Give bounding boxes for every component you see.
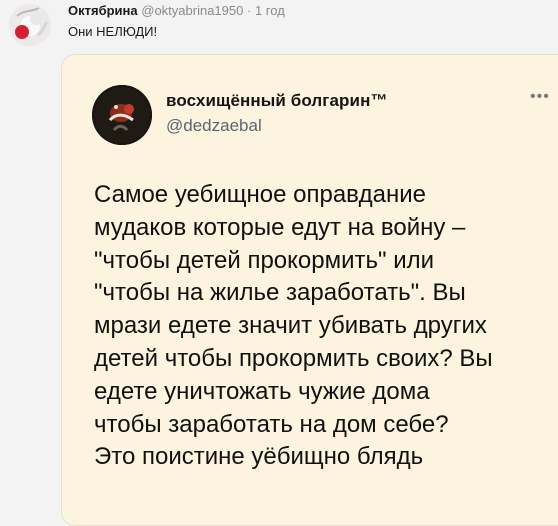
comment-user-line: Октябрина @oktyabrina1950 · 1 год: [68, 3, 285, 18]
comment-separator: ·: [246, 3, 252, 18]
quoted-tweet-line-5: мрази едете значит убивать других: [94, 312, 487, 340]
quoted-tweet-author-handle[interactable]: @dedzaebal: [166, 116, 262, 136]
quoted-tweet-line-1: Самое уебищное оправдание: [94, 181, 427, 208]
quoted-tweet-body: Самое уебищное оправдание мудаков которы…: [94, 179, 542, 474]
comment-header: Октябрина @oktyabrina1950 · 1 год Они НЕ…: [0, 0, 558, 50]
comment-author-avatar[interactable]: [9, 4, 51, 46]
comment-timestamp[interactable]: 1 год: [255, 3, 285, 18]
comment-text: Они НЕЛЮДИ!: [68, 24, 158, 39]
flower-avatar-icon: [9, 4, 51, 46]
quoted-tweet-card[interactable]: восхищённый болгарин™ @dedzaebal ••• Сам…: [61, 54, 558, 526]
comment-author-name[interactable]: Октябрина: [68, 3, 138, 18]
quoted-tweet-author-name[interactable]: восхищённый болгарин™: [166, 91, 388, 111]
quoted-tweet-line-6: детей чтобы прокормить своих? Вы: [94, 344, 493, 372]
quoted-tweet-avatar[interactable]: [92, 85, 152, 145]
quoted-tweet-line-3: "чтобы детей прокормить" или: [94, 246, 435, 274]
quoted-tweet-line-2: мудаков которые едут на войну –: [94, 213, 466, 241]
quoted-tweet-line-9: Это поистине уёбищно блядь: [94, 443, 424, 471]
bird-avatar-icon: [92, 85, 152, 145]
comment-author-handle[interactable]: @oktyabrina1950: [141, 3, 243, 18]
quoted-tweet-line-4: "чтобы на жилье заработать". Вы: [94, 279, 466, 307]
quoted-tweet-line-7: едете уничтожать чужие дома: [94, 377, 430, 405]
more-dots-icon[interactable]: •••: [530, 88, 550, 106]
quoted-tweet-line-8: чтобы заработать на дом себе?: [94, 410, 449, 438]
